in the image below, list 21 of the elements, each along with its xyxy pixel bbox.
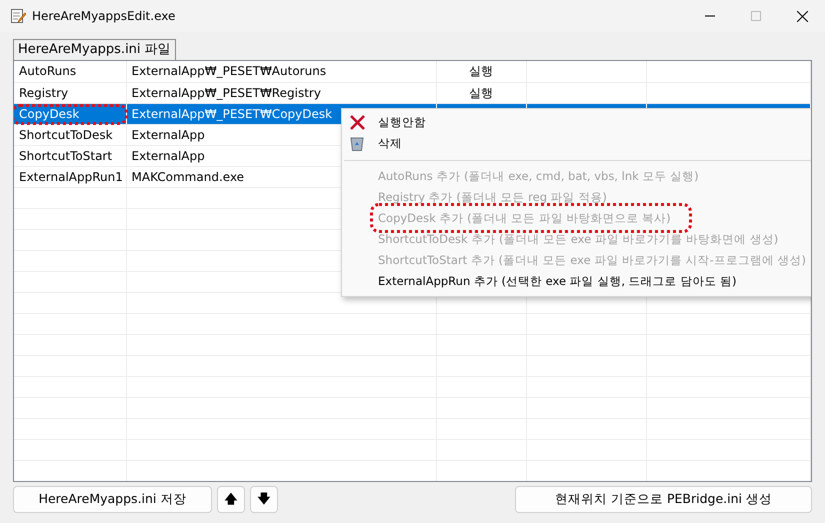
app-name-cell: Registry xyxy=(14,82,126,103)
path-cell: ExternalApp₩_PESET₩Registry xyxy=(126,82,436,103)
app-name-cell: AutoRuns xyxy=(14,61,126,82)
app-name-cell: ExternalAppRun1 xyxy=(14,166,126,187)
menu-item[interactable]: ExternalAppRun 추가 (선택한 exe 파일 실행, 드래그로 담아도 됨) xyxy=(342,271,811,292)
save-button[interactable]: HereAreMyapps.ini 저장 xyxy=(13,486,212,513)
generate-button[interactable]: 현재위치 기준으로 PEBridge.ini 생성 xyxy=(515,486,812,513)
move-up-button[interactable]: 🡅 xyxy=(217,486,245,513)
window-title: HereAreMyappsEdit.exe xyxy=(32,8,176,25)
run-mode-cell: 실행 xyxy=(436,82,526,103)
run-mode-cell: 실행 xyxy=(436,61,526,82)
recycle-bin-icon xyxy=(350,136,364,151)
move-down-button[interactable]: 🡇 xyxy=(250,486,278,513)
app-name-cell: ShortcutToStart xyxy=(14,145,126,166)
close-icon xyxy=(796,10,808,22)
close-icon xyxy=(350,115,365,130)
notepad-icon xyxy=(10,8,26,24)
file-tab[interactable]: HereAreMyapps.ini 파일 xyxy=(13,39,176,60)
path-cell: ExternalApp₩_PESET₩Autoruns xyxy=(126,61,436,82)
app-name-cell: ShortcutToDesk xyxy=(14,124,126,145)
maximize-icon xyxy=(751,11,761,21)
